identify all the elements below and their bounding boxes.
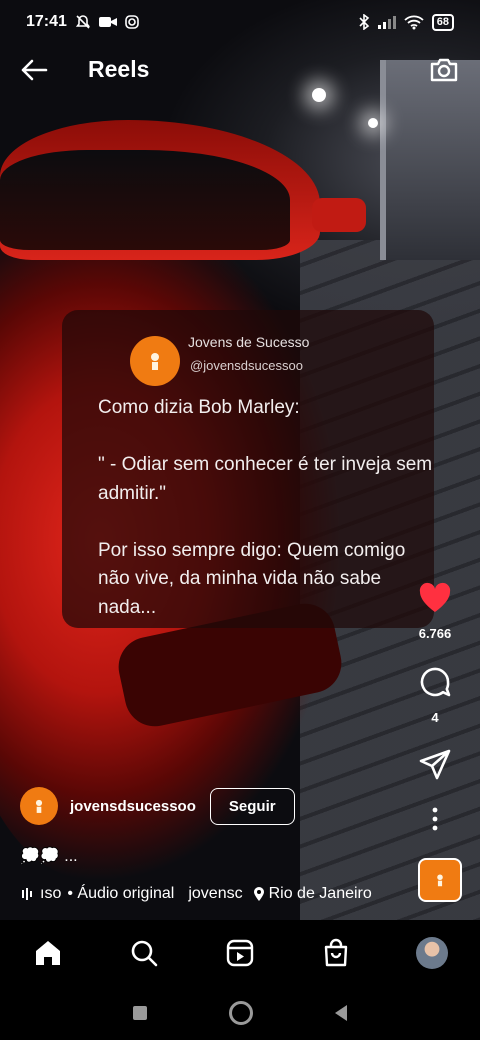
audio-bars-icon [22,888,32,900]
audio-row[interactable]: ıso • Áudio original jovensc Rio de Jane… [22,882,402,906]
street-lamp [368,118,378,128]
nav-shop[interactable] [316,933,356,973]
author-avatar[interactable] [20,787,58,825]
back-arrow-icon[interactable] [18,54,50,86]
heart-icon[interactable] [417,580,453,616]
comment-icon[interactable] [417,664,453,700]
nav-home[interactable] [28,933,68,973]
card-avatar [130,336,180,386]
card-author-handle: @jovensdsucessoo [190,358,303,373]
author-username[interactable]: jovensdsucessoo [70,798,196,815]
shop-icon[interactable] [321,938,351,968]
more-icon[interactable] [430,806,440,832]
like-button[interactable] [390,580,480,621]
brand-logo-icon [151,353,159,370]
camera-icon[interactable] [428,54,460,86]
status-bar: 17:41 68 [0,0,480,44]
brand-logo-icon [35,799,43,813]
reels-icon[interactable] [225,938,255,968]
signal-icon [377,16,396,29]
page-title: Reels [88,56,150,82]
nav-profile[interactable] [412,933,452,973]
share-button[interactable] [390,748,480,787]
bluetooth-icon [359,14,369,30]
audio-user: jovensc [188,885,243,902]
like-count: 6.766 [418,626,452,641]
wifi-icon [404,15,424,30]
home-button[interactable] [229,1001,253,1025]
search-icon[interactable] [129,938,159,968]
car-mirror [312,198,366,232]
nav-reels[interactable] [220,933,260,973]
audio-label: • Áudio original [67,885,175,902]
audio-thumbnail[interactable] [418,858,462,902]
reels-screen: 17:41 68 Reels Jovens de Sucesso @jovens… [0,0,480,1040]
mute-notification-icon [75,15,91,29]
video-camera-icon [98,17,117,27]
car-windshield [0,150,290,250]
nav-search[interactable] [124,933,164,973]
card-author-name: Jovens de Sucesso [188,334,310,350]
quote-text: Como dizia Bob Marley: " - Odiar sem con… [98,397,433,618]
share-icon[interactable] [418,748,452,782]
bottom-nav [0,920,480,986]
comment-count: 4 [431,710,439,725]
author-row: jovensdsucessoo Seguir [20,786,295,826]
battery-indicator: 68 [431,13,454,31]
audio-artist: ıso [40,885,62,902]
reels-header: Reels [0,48,480,92]
comment-button[interactable] [390,664,480,705]
location-label[interactable]: Rio de Janeiro [269,885,372,903]
instagram-icon [125,15,139,29]
recents-button[interactable] [133,1006,147,1020]
reel-caption[interactable]: 💭💭 ... [20,846,78,866]
home-icon[interactable] [33,938,63,968]
follow-button[interactable]: Seguir [209,787,295,825]
more-button[interactable] [390,806,480,837]
profile-avatar[interactable] [416,937,448,969]
back-button[interactable] [335,1005,347,1021]
location-pin-icon [253,887,264,901]
quote-card: Jovens de Sucesso @jovensdsucessoo Como … [62,310,434,628]
system-nav [0,986,480,1040]
status-time: 17:41 [26,13,67,30]
brand-logo-icon [437,874,443,887]
